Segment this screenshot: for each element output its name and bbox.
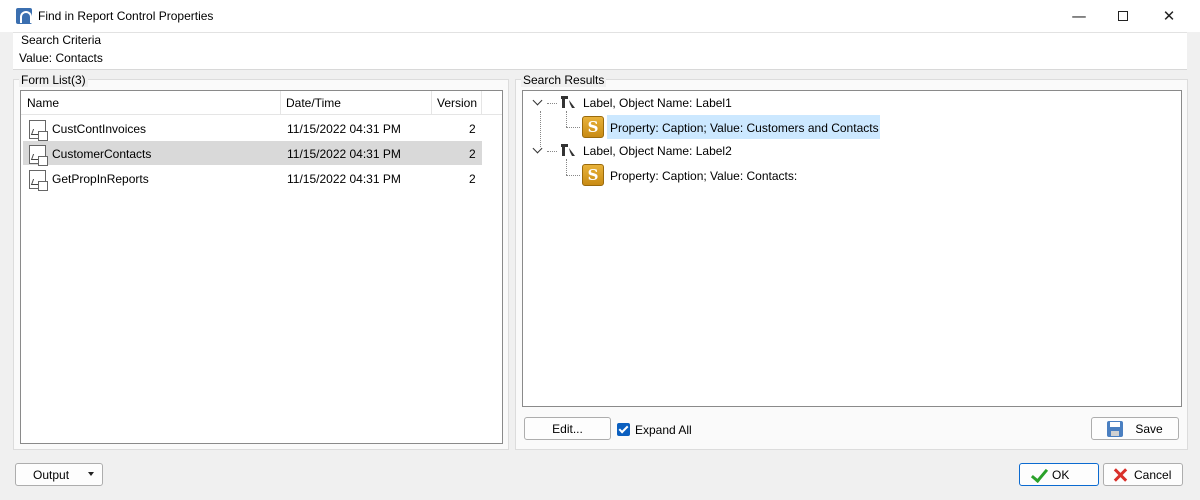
column-divider[interactable] bbox=[280, 91, 281, 115]
report-app-icon bbox=[16, 8, 32, 24]
save-button-label: Save bbox=[1135, 421, 1163, 436]
column-header-name[interactable]: Name bbox=[27, 96, 59, 110]
floppy-disk-icon bbox=[1107, 420, 1124, 437]
minimize-button[interactable]: — bbox=[1056, 0, 1102, 32]
row-version: 2 bbox=[469, 122, 476, 136]
tree-node-property[interactable]: Property: Caption; Value: Customers and … bbox=[610, 121, 879, 135]
form-list[interactable]: Name Date/Time Version CustContInvoices … bbox=[20, 90, 503, 444]
tree-connector bbox=[547, 151, 557, 152]
string-property-icon: S bbox=[582, 164, 604, 186]
tree-node-label[interactable]: Label, Object Name: Label2 bbox=[583, 144, 732, 158]
table-row[interactable]: CustContInvoices 11/15/2022 04:31 PM 2 bbox=[23, 116, 482, 141]
label-control-icon bbox=[561, 96, 575, 108]
label-control-icon bbox=[561, 144, 575, 156]
cancel-button[interactable]: Cancel bbox=[1103, 463, 1183, 486]
column-divider[interactable] bbox=[431, 91, 432, 115]
caret-down-icon bbox=[88, 472, 94, 476]
ok-button[interactable]: OK bbox=[1019, 463, 1099, 486]
table-row[interactable]: CustomerContacts 11/15/2022 04:31 PM 2 bbox=[23, 141, 482, 166]
output-dropdown-button[interactable]: Output bbox=[15, 463, 103, 486]
search-criteria-panel: Search Criteria Value: Contacts bbox=[13, 32, 1187, 70]
output-button-label: Output bbox=[33, 467, 70, 482]
search-criteria-title: Search Criteria bbox=[21, 33, 102, 47]
string-property-icon: S bbox=[582, 116, 604, 138]
save-button[interactable]: Save bbox=[1091, 417, 1179, 440]
expand-all-label[interactable]: Expand All bbox=[635, 423, 692, 437]
search-results-title: Search Results bbox=[521, 73, 607, 87]
expand-all-checkbox[interactable] bbox=[617, 423, 630, 436]
tree-node-property[interactable]: Property: Caption; Value: Contacts: bbox=[610, 169, 797, 183]
chevron-down-icon[interactable] bbox=[532, 95, 543, 106]
check-icon bbox=[1030, 467, 1046, 483]
form-list-header: Name Date/Time Version bbox=[21, 91, 502, 115]
tree-connector bbox=[547, 103, 557, 104]
maximize-button[interactable] bbox=[1100, 0, 1146, 32]
row-version: 2 bbox=[469, 172, 476, 186]
row-datetime: 11/15/2022 04:31 PM bbox=[287, 122, 401, 136]
row-name: GetPropInReports bbox=[52, 172, 149, 186]
row-datetime: 11/15/2022 04:31 PM bbox=[287, 147, 401, 161]
minimize-icon: — bbox=[1071, 7, 1087, 25]
row-name: CustomerContacts bbox=[52, 147, 152, 161]
report-document-icon bbox=[29, 145, 48, 166]
form-list-group: Form List(3) Name Date/Time Version Cust… bbox=[13, 73, 509, 450]
column-divider[interactable] bbox=[481, 91, 482, 115]
tree-connector bbox=[566, 175, 580, 176]
form-list-title: Form List(3) bbox=[19, 73, 88, 87]
tree-connector bbox=[566, 127, 580, 128]
edit-button[interactable]: Edit... bbox=[524, 417, 611, 440]
ok-button-label: OK bbox=[1052, 467, 1070, 482]
dialog-footer: Output OK Cancel bbox=[0, 456, 1200, 500]
title-bar: Find in Report Control Properties — ✕ bbox=[0, 0, 1200, 32]
search-results-tree[interactable]: Label, Object Name: Label1 S Property: C… bbox=[522, 90, 1182, 407]
report-document-icon bbox=[29, 120, 48, 141]
close-button[interactable]: ✕ bbox=[1146, 0, 1192, 32]
tree-connector bbox=[566, 111, 567, 127]
table-row[interactable]: GetPropInReports 11/15/2022 04:31 PM 2 bbox=[23, 166, 482, 191]
tree-connector bbox=[540, 111, 541, 147]
row-version: 2 bbox=[469, 147, 476, 161]
report-document-icon bbox=[29, 170, 48, 191]
close-icon: ✕ bbox=[1162, 7, 1176, 25]
column-header-datetime[interactable]: Date/Time bbox=[286, 96, 341, 110]
row-name: CustContInvoices bbox=[52, 122, 147, 136]
window-title: Find in Report Control Properties bbox=[38, 9, 214, 23]
x-icon bbox=[1112, 467, 1128, 483]
search-results-group: Search Results Label, Object Name: Label… bbox=[515, 73, 1188, 450]
column-header-version[interactable]: Version bbox=[437, 96, 477, 110]
cancel-button-label: Cancel bbox=[1134, 467, 1172, 482]
tree-node-label[interactable]: Label, Object Name: Label1 bbox=[583, 96, 732, 110]
search-criteria-value: Value: Contacts bbox=[19, 51, 103, 65]
row-datetime: 11/15/2022 04:31 PM bbox=[287, 172, 401, 186]
maximize-icon bbox=[1118, 11, 1128, 21]
tree-connector bbox=[566, 159, 567, 175]
